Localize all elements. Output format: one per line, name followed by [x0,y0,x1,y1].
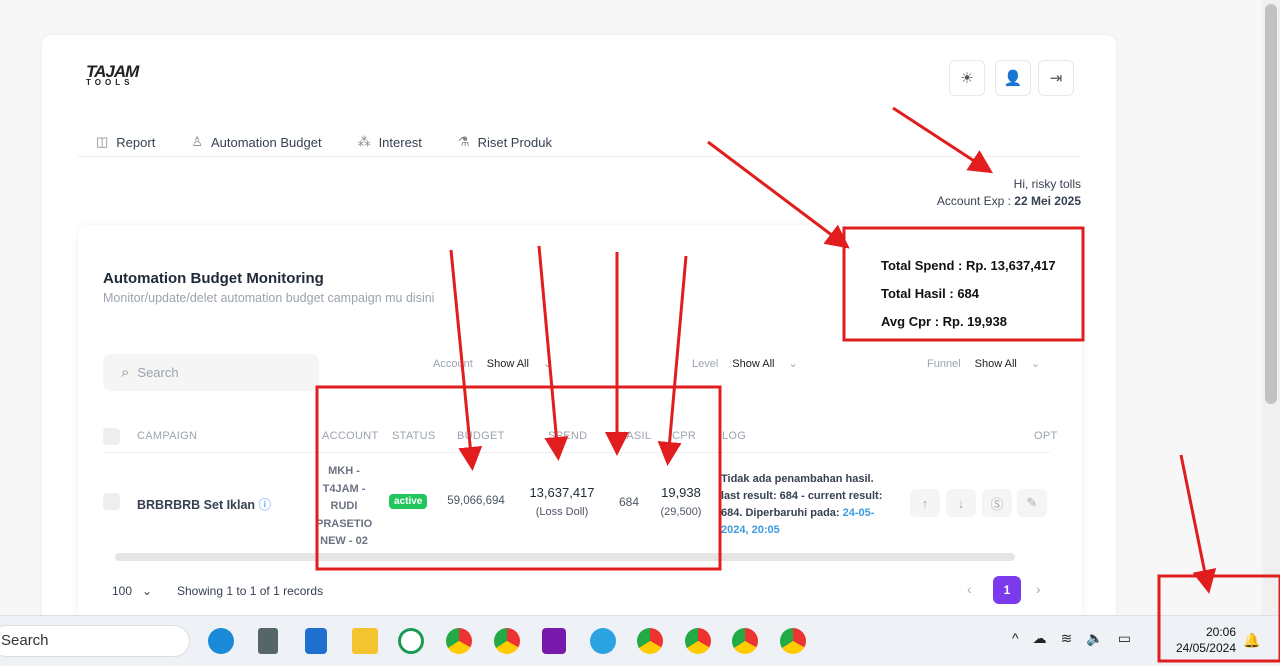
annotation-overlay [315,106,1280,663]
annotation-box-totals [842,226,1085,342]
annotation-box-clock [1157,574,1280,663]
annotation-box-row [315,385,722,571]
